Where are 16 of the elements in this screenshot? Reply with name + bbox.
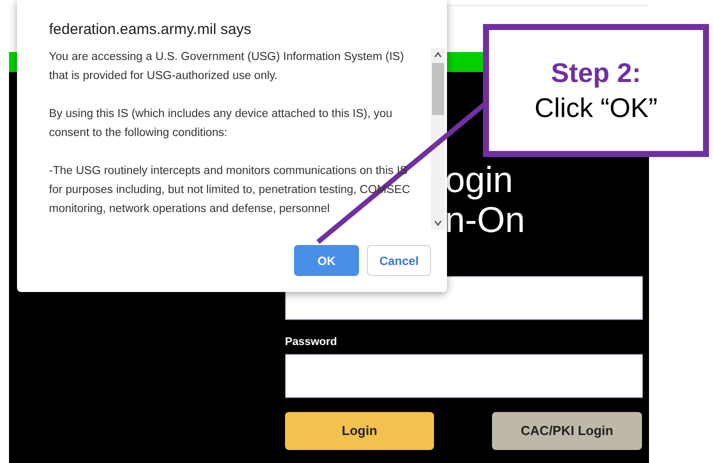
- scroll-down-icon[interactable]: [434, 220, 442, 226]
- password-field[interactable]: [285, 354, 643, 398]
- scrollbar-thumb[interactable]: [432, 63, 444, 115]
- login-button[interactable]: Login: [285, 412, 434, 450]
- dialog-paragraph: By using this IS (which includes any device attached to this IS), you consent to the following conditions:: [49, 107, 394, 141]
- dialog-title: federation.eams.army.mil says: [49, 20, 252, 40]
- callout-text: Click “OK”: [534, 92, 658, 124]
- password-label: Password: [285, 335, 338, 350]
- callout-title: Step 2:: [550, 56, 642, 90]
- cac-login-button[interactable]: CAC/PKI Login: [492, 412, 642, 450]
- page-heading: ogin: [445, 160, 514, 200]
- page-heading: n-On: [445, 200, 526, 240]
- dialog-paragraph: You are accessing a U.S. Government (USG) Information System (IS) that is provided for USG-authorized use only.: [49, 50, 405, 84]
- scrollbar[interactable]: [431, 48, 445, 230]
- cancel-button[interactable]: Cancel: [367, 245, 431, 276]
- scroll-up-icon[interactable]: [434, 52, 442, 58]
